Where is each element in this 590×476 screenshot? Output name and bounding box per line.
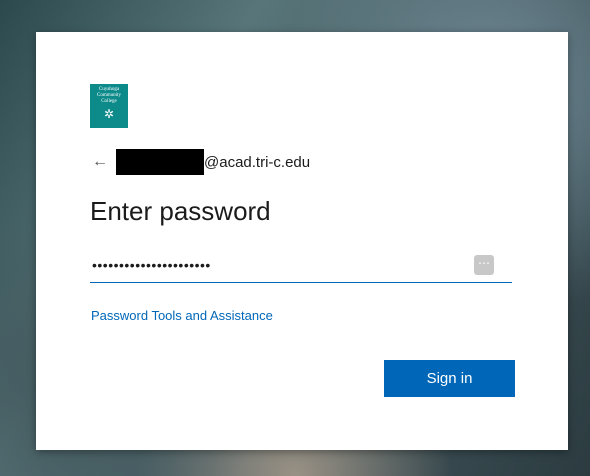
college-logo: Cuyahoga Community College ✲ bbox=[90, 84, 128, 128]
sign-in-button[interactable]: Sign in bbox=[384, 360, 515, 397]
password-tools-link[interactable]: Password Tools and Assistance bbox=[91, 308, 273, 323]
password-value: •••••••••••••••••••••• bbox=[92, 257, 211, 273]
logo-line-3: College bbox=[101, 99, 117, 104]
logo-line-1: Cuyahoga bbox=[98, 87, 120, 92]
account-email: @acad.tri-c.edu bbox=[204, 153, 311, 171]
redacted-username bbox=[116, 149, 204, 175]
password-input[interactable]: •••••••••••••••••••••• ⋯ bbox=[90, 248, 512, 283]
account-row: ← @acad.tri-c.edu bbox=[92, 149, 310, 175]
back-arrow-icon[interactable]: ← bbox=[92, 153, 112, 171]
snowflake-icon: ✲ bbox=[103, 107, 115, 121]
logo-line-2: Community bbox=[97, 93, 121, 98]
sign-in-card: Cuyahoga Community College ✲ ← @acad.tri… bbox=[36, 32, 568, 450]
reveal-password-icon[interactable]: ⋯ bbox=[474, 255, 494, 275]
page-title: Enter password bbox=[90, 196, 271, 226]
